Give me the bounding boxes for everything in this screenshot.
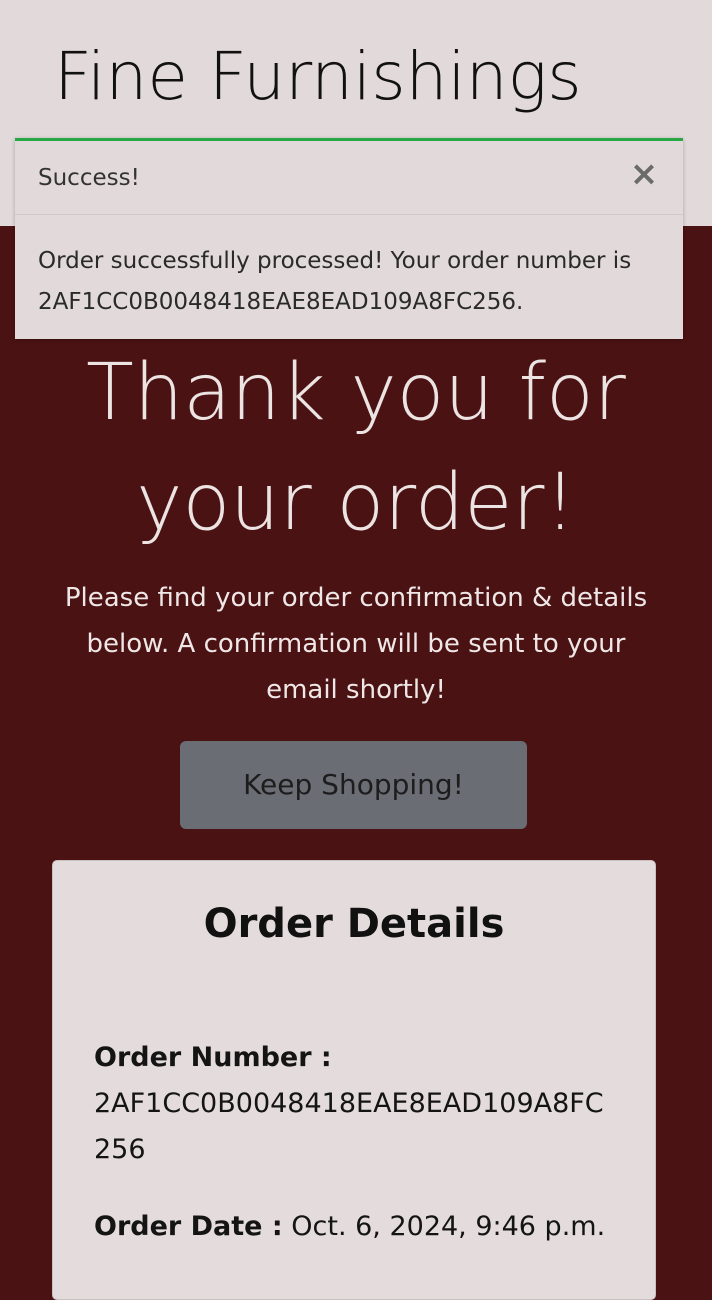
order-date-row: Order Date : Oct. 6, 2024, 9:46 p.m.	[94, 1204, 619, 1250]
order-date-value: Oct. 6, 2024, 9:46 p.m.	[291, 1211, 606, 1242]
order-number-label: Order Number :	[94, 1042, 332, 1073]
order-number-row: Order Number : 2AF1CC0B0048418EAE8EAD109…	[94, 1035, 619, 1173]
page-title: Thank you for your order!	[86, 348, 626, 548]
toast-title: Success!	[38, 165, 140, 191]
order-date-label: Order Date :	[94, 1211, 283, 1242]
order-details-card: Order Details Order Number : 2AF1CC0B004…	[52, 860, 656, 1300]
keep-shopping-button[interactable]: Keep Shopping!	[180, 741, 527, 829]
toast-message: Order successfully processed! Your order…	[38, 248, 632, 315]
toast-header: Success! ×	[15, 141, 683, 215]
confirmation-message: Please find your order confirmation & de…	[64, 583, 648, 705]
success-toast: Success! × Order successfully processed!…	[15, 138, 683, 339]
brand-logo[interactable]: Fine Furnishings	[54, 38, 582, 115]
order-details-title: Order Details	[203, 901, 505, 947]
close-icon[interactable]: ×	[629, 157, 659, 191]
order-number-value: 2AF1CC0B0048418EAE8EAD109A8FC256	[94, 1088, 604, 1165]
